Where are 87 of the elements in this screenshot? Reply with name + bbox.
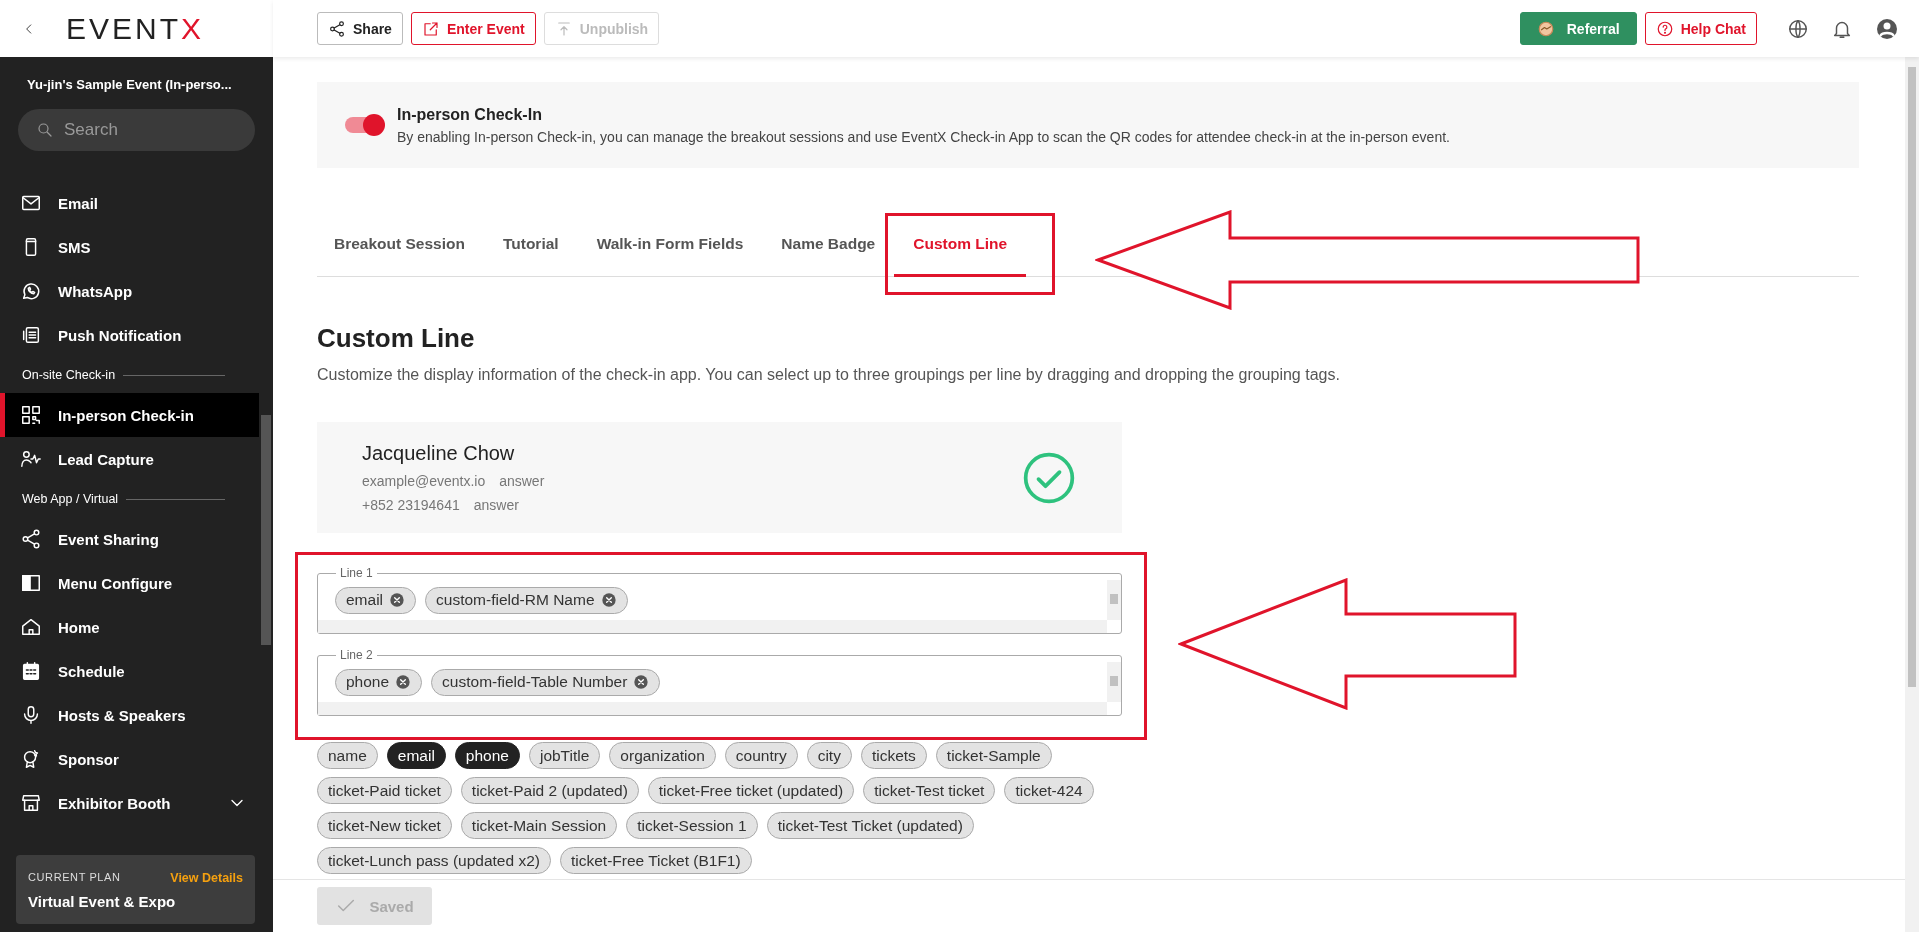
sidebar-item[interactable]: Push Notification xyxy=(0,313,259,357)
field-label: Line 2 xyxy=(339,648,374,662)
grouping-tag[interactable]: ticket-New ticket xyxy=(317,812,452,839)
eventx-logo: EVENTX xyxy=(66,11,205,46)
person-pulse-icon xyxy=(20,448,42,470)
share-button[interactable]: Share xyxy=(317,12,403,45)
sidebar-item[interactable]: SMS xyxy=(0,225,259,269)
line-field[interactable]: Line 2 phone custom-field-Table Number xyxy=(317,648,1122,716)
section-label: On-site Check-in xyxy=(22,368,116,382)
answer-text: answer xyxy=(499,473,545,489)
grouping-tag[interactable]: ticket-Test ticket xyxy=(863,777,996,804)
search-icon xyxy=(36,121,54,139)
sidebar-item[interactable]: Menu Configure xyxy=(0,561,259,605)
share-icon xyxy=(328,19,346,38)
tab[interactable]: Custom Line xyxy=(894,213,1027,277)
event-name: Yu-jin's Sample Event (In-perso... xyxy=(26,76,233,94)
globe-icon xyxy=(1787,17,1809,40)
sidebar-item[interactable]: Schedule xyxy=(0,649,259,693)
tab[interactable]: Breakout Session xyxy=(317,213,484,277)
tag-chip[interactable]: phone xyxy=(335,668,423,696)
remove-icon xyxy=(600,592,617,608)
remove-icon xyxy=(395,674,412,690)
grouping-tag[interactable]: ticket-Free Ticket (B1F1) xyxy=(559,847,752,874)
answer-text: answer xyxy=(473,497,519,513)
grouping-tag[interactable]: ticket-Paid 2 (updated) xyxy=(460,777,639,804)
grouping-tag[interactable]: ticket-Session 1 xyxy=(626,812,758,839)
grouping-tag[interactable]: phone xyxy=(454,742,520,769)
referral-button[interactable]: Referral xyxy=(1519,12,1637,45)
grouping-tag[interactable]: city xyxy=(806,742,852,769)
sidebar-item[interactable]: Lead Capture xyxy=(0,437,259,481)
section-label: Web App / Virtual xyxy=(22,492,119,506)
attendee-detail: example@eventx.io xyxy=(362,473,486,489)
sidebar-item[interactable]: WhatsApp xyxy=(0,269,259,313)
storefront-icon xyxy=(20,792,42,814)
grouping-tag[interactable]: ticket-424 xyxy=(1004,777,1094,804)
calendar-icon xyxy=(20,660,42,682)
user-avatar-icon xyxy=(1875,16,1899,41)
grouping-tag[interactable]: ticket-Main Session xyxy=(460,812,618,839)
attendee-detail: +852 23194641 xyxy=(362,497,460,513)
grouping-tag[interactable]: jobTitle xyxy=(528,742,601,769)
field-label: Line 1 xyxy=(339,566,374,580)
question-circle-icon xyxy=(1655,19,1674,38)
grouping-tag[interactable]: tickets xyxy=(860,742,927,769)
panel-description: By enabling In-person Check-in, you can manage the breakout sessions and use EventX Check-in App to scan the QR codes for attendee check-in at the in-person event. xyxy=(397,128,1450,145)
plan-label: CURRENT PLAN xyxy=(28,871,121,885)
chat-bubble-icon xyxy=(20,280,42,302)
grouping-tag[interactable]: ticket-Lunch pass (updated x2) xyxy=(317,847,551,874)
grouping-tag[interactable]: ticket-Free ticket (updated) xyxy=(647,777,855,804)
plan-name: Virtual Event & Expo xyxy=(28,893,177,910)
message-list-icon xyxy=(20,324,42,346)
search-field[interactable]: Search xyxy=(18,109,255,151)
grouping-tag[interactable]: country xyxy=(724,742,798,769)
attendee-name: Jacqueline Chow xyxy=(362,442,516,465)
tab[interactable]: Tutorial xyxy=(483,213,578,277)
grouping-tag[interactable]: ticket-Test Ticket (updated) xyxy=(766,812,974,839)
sidebar-item[interactable]: Email xyxy=(0,181,259,225)
toggle-switch[interactable] xyxy=(345,117,383,133)
share-icon xyxy=(20,528,42,550)
tab[interactable]: Walk-in Form Fields xyxy=(577,213,763,277)
line-field[interactable]: Line 1 email custom-field-RM Name xyxy=(317,566,1122,634)
tag-chip[interactable]: email xyxy=(335,586,417,614)
sidebar-item[interactable]: Event Sharing xyxy=(0,517,259,561)
sidebar-item[interactable]: In-person Check-in xyxy=(0,393,259,437)
panel-icon xyxy=(20,572,42,594)
enter-event-button[interactable]: Enter Event xyxy=(410,12,536,45)
external-link-icon xyxy=(421,19,440,38)
section-description: Customize the display information of the check-in app. You can select up to three groupings per line by dragging and dropping the grouping tags. xyxy=(317,366,1341,384)
section-title: Custom Line xyxy=(317,323,476,354)
sidebar-item[interactable]: Home xyxy=(0,605,259,649)
tab[interactable]: Name Badge xyxy=(762,213,895,277)
panel-title: In-person Check-In xyxy=(397,105,543,124)
qr-code-icon xyxy=(20,404,42,426)
remove-icon xyxy=(633,674,650,690)
house-icon xyxy=(20,616,42,638)
grouping-tag[interactable]: organization xyxy=(609,742,716,769)
tag-chip[interactable]: custom-field-Table Number xyxy=(431,668,661,696)
sidebar-item[interactable]: Exhibitor Booth xyxy=(0,781,259,825)
grouping-tag[interactable]: name xyxy=(317,742,378,769)
grouping-tag[interactable]: ticket-Sample xyxy=(935,742,1052,769)
grouping-tag[interactable]: ticket-Paid ticket xyxy=(317,777,452,804)
sidebar-item[interactable]: Hosts & Speakers xyxy=(0,693,259,737)
tag-chip[interactable]: custom-field-RM Name xyxy=(425,586,628,614)
grouping-tag[interactable]: email xyxy=(386,742,446,769)
help-chat-button[interactable]: Help Chat xyxy=(1644,12,1757,45)
sidebar-item[interactable]: Sponsor xyxy=(0,737,259,781)
remove-icon xyxy=(389,592,406,608)
view-details-link[interactable]: View Details xyxy=(170,871,243,885)
